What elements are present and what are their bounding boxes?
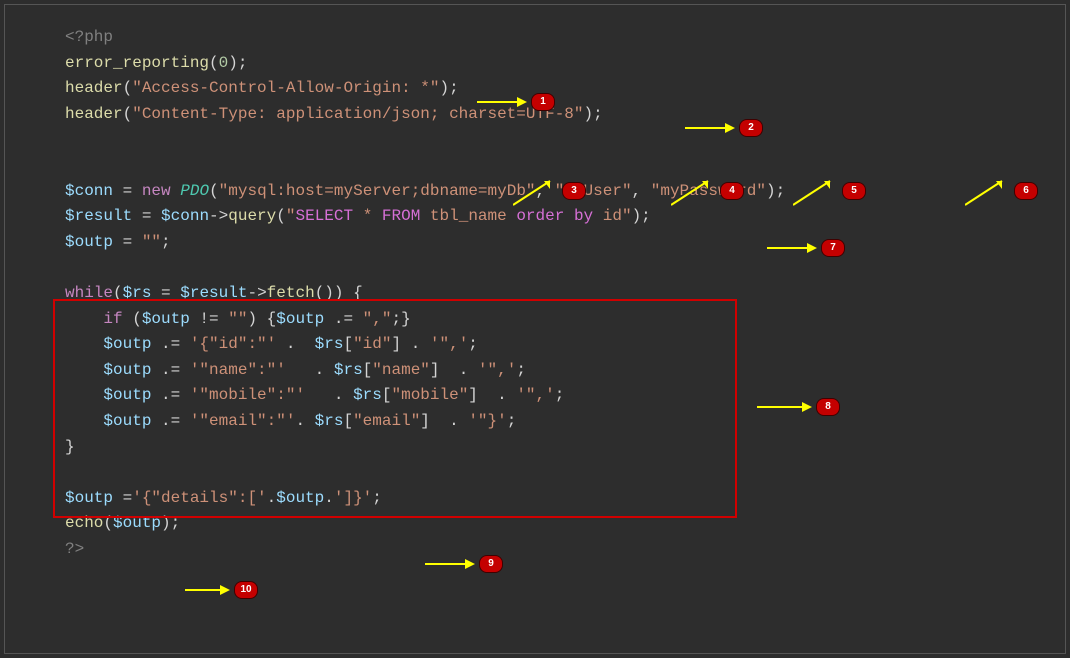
annotation-4: 4 <box>671 175 744 207</box>
annotation-7: 7 <box>767 239 845 257</box>
code-editor-pane: <?php error_reporting(0); header("Access… <box>4 4 1066 654</box>
code-line-2: error_reporting(0); <box>65 51 1065 77</box>
annotation-1: 1 <box>477 93 555 111</box>
annotation-badge: 4 <box>720 182 744 200</box>
arrow-icon <box>477 96 527 108</box>
annotation-5: 5 <box>793 175 866 207</box>
arrow-icon <box>671 175 716 207</box>
arrow-icon <box>513 175 558 207</box>
annotation-8: 8 <box>757 398 840 416</box>
code-line-16: $outp .= '"email":"'. $rs["email"] . '"}… <box>65 409 1065 435</box>
annotation-badge: 9 <box>479 555 503 573</box>
code-line-11: while($rs = $result->fetch()) { <box>65 281 1065 307</box>
annotation-badge: 1 <box>531 93 555 111</box>
code-line-20: echo($outp); <box>65 511 1065 537</box>
code-line-13: $outp .= '{"id":"' . $rs["id"] . '",'; <box>65 332 1065 358</box>
arrow-icon <box>793 175 838 207</box>
annotation-6: 6 <box>965 175 1038 207</box>
arrow-icon <box>965 175 1010 207</box>
annotation-badge: 2 <box>739 119 763 137</box>
annotation-badge: 3 <box>562 182 586 200</box>
code-line-5 <box>65 127 1065 153</box>
code-line-3: header("Access-Control-Allow-Origin: *")… <box>65 76 1065 102</box>
code-line-1: <?php <box>65 25 1065 51</box>
code-line-19: $outp ='{"details":['.$outp.']}'; <box>65 486 1065 512</box>
code-line-15: $outp .= '"mobile":"' . $rs["mobile"] . … <box>65 383 1065 409</box>
annotation-2: 2 <box>685 119 763 137</box>
code-line-12: if ($outp != "") {$outp .= ",";} <box>65 307 1065 333</box>
annotation-9: 9 <box>425 555 503 573</box>
arrow-icon <box>685 122 735 134</box>
annotation-10: 10 <box>185 581 258 599</box>
arrow-icon <box>757 401 812 413</box>
annotation-badge: 8 <box>816 398 840 416</box>
code-line-14: $outp .= '"name":"' . $rs["name"] . '",'… <box>65 358 1065 384</box>
annotation-badge: 7 <box>821 239 845 257</box>
code-line-18 <box>65 460 1065 486</box>
annotation-badge: 6 <box>1014 182 1038 200</box>
code-line-17: } <box>65 435 1065 461</box>
annotation-badge: 10 <box>234 581 258 599</box>
arrow-icon <box>185 584 230 596</box>
arrow-icon <box>425 558 475 570</box>
code-line-21: ?> <box>65 537 1065 563</box>
arrow-icon <box>767 242 817 254</box>
annotation-badge: 5 <box>842 182 866 200</box>
code-line-9: $outp = ""; <box>65 230 1065 256</box>
annotation-3: 3 <box>513 175 586 207</box>
code-line-10 <box>65 255 1065 281</box>
code-line-4: header("Content-Type: application/json; … <box>65 102 1065 128</box>
code-line-8: $result = $conn->query("SELECT * FROM tb… <box>65 204 1065 230</box>
